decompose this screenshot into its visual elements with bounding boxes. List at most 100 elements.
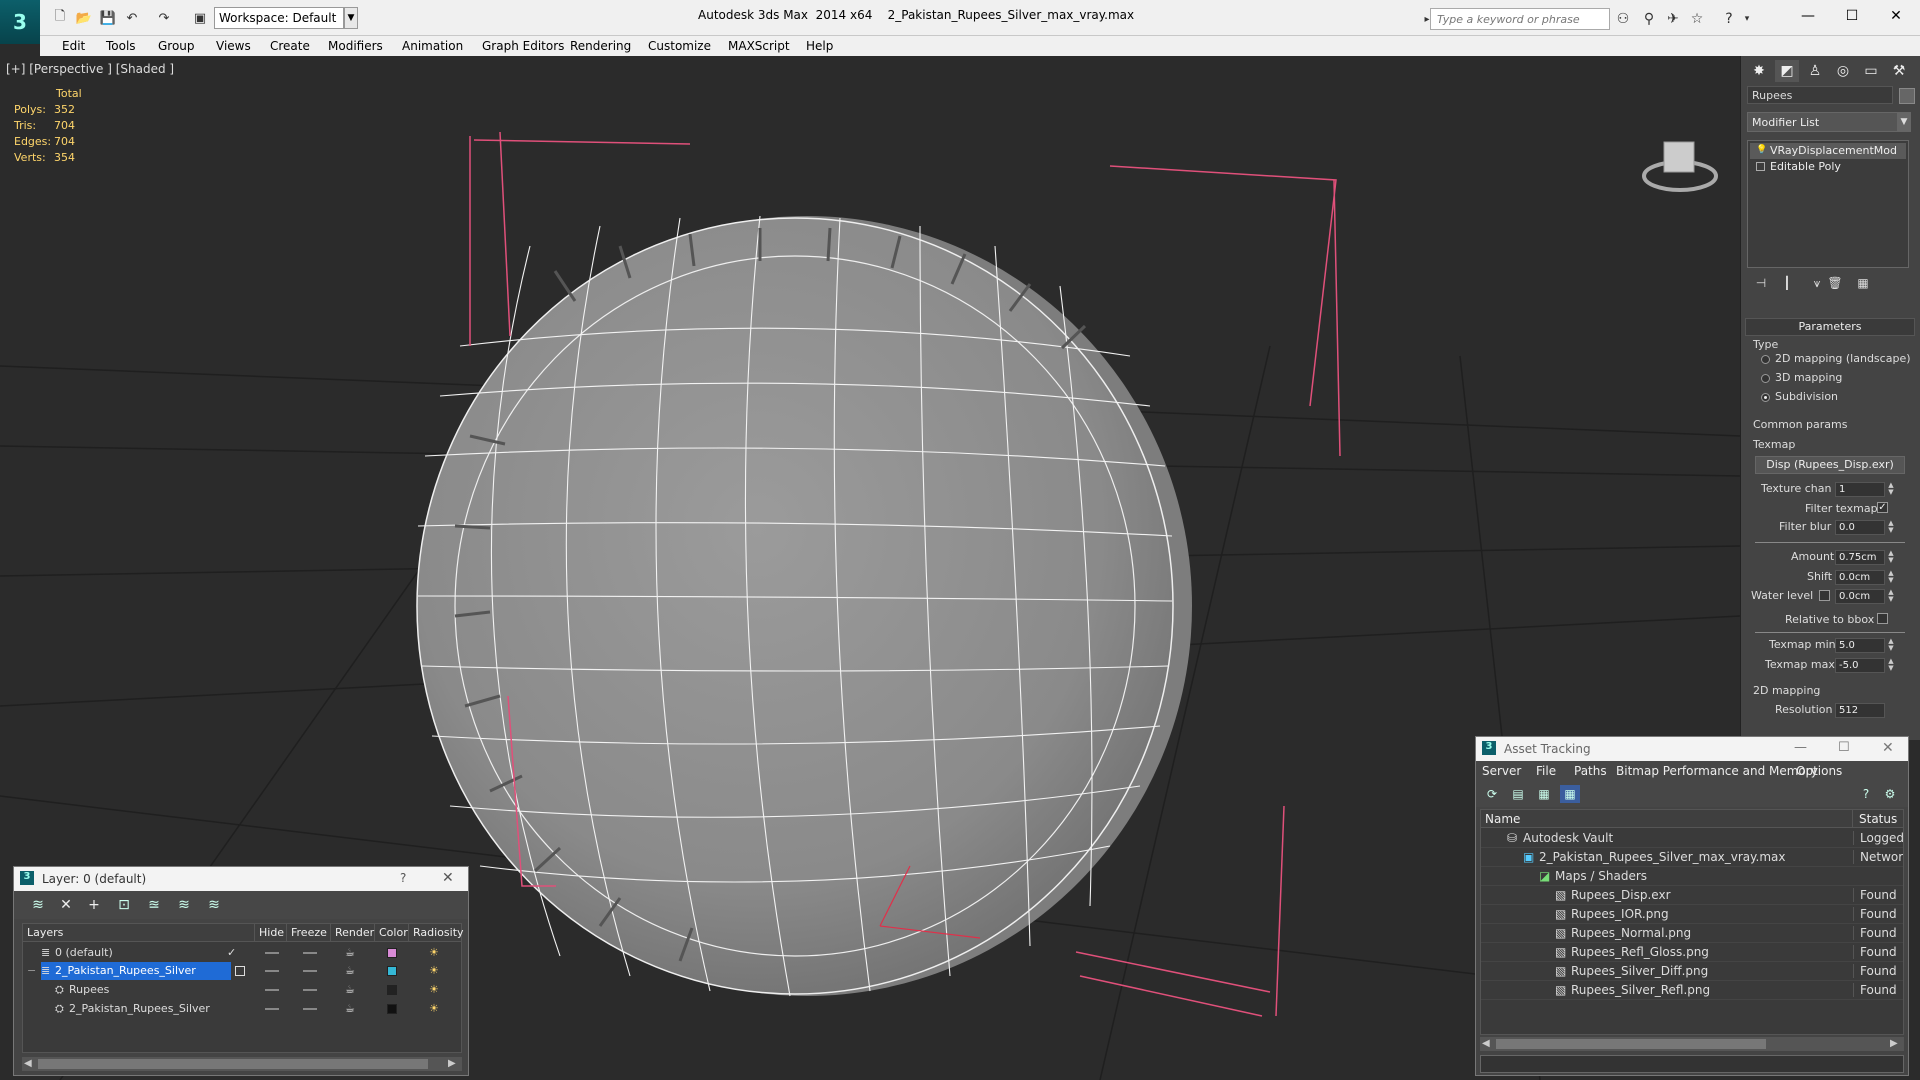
asset-row[interactable]: ▧ Rupees_Silver_Refl.png Found bbox=[1481, 981, 1903, 1000]
asset-name[interactable]: Rupees_IOR.png bbox=[1571, 907, 1669, 921]
horizontal-scrollbar[interactable]: ◀ ▶ bbox=[1480, 1037, 1904, 1051]
spinner-icon[interactable]: ▲ ▼ bbox=[1887, 520, 1895, 535]
maximize-icon[interactable]: ☐ bbox=[1830, 4, 1874, 28]
filter-texmap-checkbox[interactable]: ✓ bbox=[1877, 502, 1888, 513]
radio-2d-mapping[interactable] bbox=[1761, 355, 1770, 364]
spinner-icon[interactable]: ▲ ▼ bbox=[1887, 550, 1895, 565]
layer-row[interactable]: − ≣ 2_Pakistan_Rupees_Silver ☕ ☀ bbox=[23, 962, 461, 980]
favorites-star-icon[interactable]: ☆ bbox=[1688, 10, 1706, 28]
remove-modifier-icon[interactable]: 🗑 bbox=[1825, 274, 1845, 292]
menu-item-create[interactable]: Create bbox=[262, 36, 318, 56]
menu-item-edit[interactable]: Edit bbox=[54, 36, 93, 56]
minimize-icon[interactable]: — bbox=[1794, 740, 1807, 755]
column-header-hide[interactable]: Hide bbox=[255, 924, 287, 942]
binoculars-icon[interactable]: ⚇ bbox=[1614, 10, 1632, 28]
make-unique-icon[interactable]: ⩛ bbox=[1807, 274, 1827, 292]
asset-menu-file[interactable]: File bbox=[1536, 764, 1556, 778]
asset-name[interactable]: Rupees_Silver_Diff.png bbox=[1571, 964, 1708, 978]
layer-name[interactable]: 2_Pakistan_Rupees_Silver bbox=[55, 964, 196, 977]
open-file-icon[interactable]: 📂 bbox=[74, 8, 94, 28]
hide-all-layers-icon[interactable]: ≋ bbox=[174, 896, 194, 914]
object-color-swatch[interactable] bbox=[387, 985, 397, 995]
asset-menu-bitmap-performance[interactable]: Bitmap Performance and Memory bbox=[1616, 764, 1818, 778]
create-layer-icon[interactable]: ≋ bbox=[28, 896, 48, 914]
resolution-input[interactable]: 512 bbox=[1835, 703, 1885, 718]
asset-row[interactable]: ▧ Rupees_Silver_Diff.png Found bbox=[1481, 962, 1903, 981]
menu-item-maxscript[interactable]: MAXScript bbox=[720, 36, 798, 56]
spinner-icon[interactable]: ▲ ▼ bbox=[1887, 589, 1895, 604]
refresh-icon[interactable]: ⟳ bbox=[1482, 785, 1502, 803]
menu-item-rendering[interactable]: Rendering bbox=[562, 36, 639, 56]
viewcube-icon[interactable] bbox=[1642, 141, 1718, 192]
object-name-field[interactable]: Rupees bbox=[1747, 86, 1893, 104]
collapse-icon[interactable]: − bbox=[27, 964, 36, 977]
spinner-icon[interactable]: ▲ ▼ bbox=[1887, 482, 1895, 497]
asset-name[interactable]: Maps / Shaders bbox=[1555, 869, 1647, 883]
lightbulb-icon[interactable]: 💡 bbox=[1756, 146, 1767, 155]
layer-row[interactable]: ⛭ 2_Pakistan_Rupees_Silver ☕ ☀ bbox=[23, 1000, 461, 1018]
texmap-max-input[interactable]: -5.0 bbox=[1835, 658, 1885, 673]
show-end-result-icon[interactable]: ┃ bbox=[1777, 274, 1797, 292]
menu-item-tools[interactable]: Tools bbox=[98, 36, 144, 56]
help-icon[interactable]: ? bbox=[1720, 10, 1738, 28]
freeze-toggle[interactable] bbox=[303, 970, 317, 972]
active-layer-check-icon[interactable]: ✓ bbox=[227, 946, 236, 959]
list-view-icon[interactable]: ▤ bbox=[1508, 785, 1528, 803]
vault-help-icon[interactable]: ? bbox=[1856, 785, 1876, 803]
redo-icon[interactable]: ↷ bbox=[154, 8, 174, 28]
asset-name[interactable]: Rupees_Silver_Refl.png bbox=[1571, 983, 1710, 997]
column-header-color[interactable]: Color bbox=[375, 924, 409, 942]
shift-input[interactable]: 0.0cm bbox=[1835, 570, 1885, 585]
undo-icon[interactable]: ↶ bbox=[122, 8, 142, 28]
help-icon[interactable]: ? bbox=[400, 871, 406, 885]
column-header-status[interactable]: Status bbox=[1853, 810, 1903, 828]
filter-blur-input[interactable]: 0.0 bbox=[1835, 520, 1885, 535]
radio-3d-mapping[interactable] bbox=[1761, 374, 1770, 383]
asset-row[interactable]: ▧ Rupees_Disp.exr Found bbox=[1481, 886, 1903, 905]
freeze-toggle[interactable] bbox=[303, 989, 317, 991]
render-teapot-icon[interactable]: ☕ bbox=[345, 946, 355, 959]
column-header-layers[interactable]: Layers bbox=[23, 924, 255, 942]
communication-icon[interactable]: ✈ bbox=[1664, 10, 1682, 28]
menu-item-modifiers[interactable]: Modifiers bbox=[320, 36, 391, 56]
radiosity-icon[interactable]: ☀ bbox=[429, 964, 439, 977]
scrollbar-thumb[interactable] bbox=[38, 1059, 428, 1069]
asset-status-field[interactable] bbox=[1480, 1055, 1904, 1073]
scrollbar-thumb[interactable] bbox=[1496, 1039, 1766, 1049]
help-chevron-down-icon[interactable]: ▾ bbox=[1738, 10, 1756, 28]
render-teapot-icon[interactable]: ☕ bbox=[345, 983, 355, 996]
motion-tab-icon[interactable]: ◎ bbox=[1831, 60, 1855, 82]
radiosity-icon[interactable]: ☀ bbox=[429, 983, 439, 996]
asset-row[interactable]: ▧ Rupees_Normal.png Found bbox=[1481, 924, 1903, 943]
highlight-layer-icon[interactable]: ≊ bbox=[144, 896, 164, 914]
search-input[interactable]: Type a keyword or phrase bbox=[1430, 8, 1610, 30]
hide-toggle[interactable] bbox=[265, 1008, 279, 1010]
asset-name[interactable]: Rupees_Normal.png bbox=[1571, 926, 1691, 940]
utilities-tab-icon[interactable]: ⚒ bbox=[1887, 60, 1911, 82]
close-icon[interactable]: ✕ bbox=[1882, 740, 1894, 756]
radiosity-icon[interactable]: ☀ bbox=[429, 1002, 439, 1015]
asset-name[interactable]: 2_Pakistan_Rupees_Silver_max_vray.max bbox=[1539, 850, 1786, 864]
render-teapot-icon[interactable]: ☕ bbox=[345, 964, 355, 977]
parameters-rollout-title[interactable]: Parameters bbox=[1745, 318, 1915, 336]
layer-color-swatch[interactable] bbox=[387, 948, 397, 958]
render-teapot-icon[interactable]: ☕ bbox=[345, 1002, 355, 1015]
menu-item-customize[interactable]: Customize bbox=[640, 36, 719, 56]
active-layer-box[interactable] bbox=[235, 966, 245, 976]
menu-item-graph-editors[interactable]: Graph Editors bbox=[474, 36, 572, 56]
object-name[interactable]: Rupees bbox=[69, 983, 109, 996]
menu-item-views[interactable]: Views bbox=[208, 36, 259, 56]
asset-name[interactable]: Rupees_Refl_Gloss.png bbox=[1571, 945, 1709, 959]
scroll-right-icon[interactable]: ▶ bbox=[1890, 1038, 1898, 1049]
column-header-radiosity[interactable]: Radiosity bbox=[409, 924, 464, 942]
spinner-icon[interactable]: ▲ ▼ bbox=[1887, 570, 1895, 585]
column-header-render[interactable]: Render bbox=[331, 924, 375, 942]
column-header-name[interactable]: Name bbox=[1481, 810, 1853, 828]
asset-menu-options[interactable]: Options bbox=[1796, 764, 1842, 778]
save-file-icon[interactable]: 💾 bbox=[98, 8, 118, 28]
app-logo-icon[interactable]: 3 bbox=[0, 0, 40, 44]
table-view-icon[interactable]: ▦ bbox=[1560, 785, 1580, 803]
scroll-right-icon[interactable]: ▶ bbox=[448, 1058, 456, 1069]
new-file-icon[interactable]: 🗋 bbox=[50, 8, 70, 28]
layer-color-swatch[interactable] bbox=[387, 966, 397, 976]
